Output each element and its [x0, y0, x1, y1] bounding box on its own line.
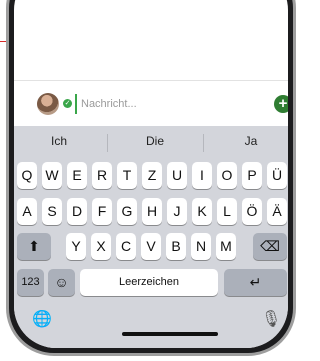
backspace-icon: ⌫	[260, 238, 280, 254]
key-q[interactable]: Q	[17, 162, 37, 189]
add-button[interactable]: +	[274, 95, 288, 113]
globe-icon[interactable]: 🌐	[32, 309, 52, 329]
key-a[interactable]: A	[17, 198, 37, 225]
space-key[interactable]: Leerzeichen	[80, 269, 218, 296]
key-u[interactable]: U	[167, 162, 187, 189]
key-d[interactable]: D	[67, 198, 87, 225]
key-e[interactable]: E	[67, 162, 87, 189]
key-z[interactable]: Z	[142, 162, 162, 189]
key-i[interactable]: I	[192, 162, 212, 189]
key-y[interactable]: Y	[66, 233, 86, 260]
shift-key[interactable]: ⬆	[17, 233, 51, 260]
phone-screen: ✓ + Ich Die Ja Q W E R T Z U I O P Ü	[14, 0, 288, 348]
key-r[interactable]: R	[92, 162, 112, 189]
key-b[interactable]: B	[166, 233, 186, 260]
key-s[interactable]: S	[42, 198, 62, 225]
key-j[interactable]: J	[167, 198, 187, 225]
key-m[interactable]: M	[216, 233, 236, 260]
key-w[interactable]: W	[42, 162, 62, 189]
suggestion-bar: Ich Die Ja	[14, 126, 288, 160]
microphone-icon[interactable]: 🎙	[261, 309, 281, 329]
key-ue[interactable]: Ü	[267, 162, 287, 189]
suggestion-divider	[203, 134, 204, 152]
key-v[interactable]: V	[141, 233, 161, 260]
return-key[interactable]: ↵	[224, 269, 287, 296]
verified-check-icon: ✓	[63, 99, 72, 108]
suggestion-3[interactable]: Ja	[206, 134, 288, 154]
avatar[interactable]	[37, 93, 59, 115]
home-indicator	[122, 332, 218, 336]
key-f[interactable]: F	[92, 198, 112, 225]
key-p[interactable]: P	[242, 162, 262, 189]
key-t[interactable]: T	[117, 162, 137, 189]
compose-bar: ✓ +	[14, 80, 288, 127]
keyboard: Ich Die Ja Q W E R T Z U I O P Ü A S D F…	[14, 126, 288, 348]
suggestion-1[interactable]: Ich	[14, 134, 104, 154]
key-g[interactable]: G	[117, 198, 137, 225]
suggestion-divider	[107, 134, 108, 152]
key-k[interactable]: K	[192, 198, 212, 225]
key-oe[interactable]: Ö	[242, 198, 262, 225]
phone-frame: ✓ + Ich Die Ja Q W E R T Z U I O P Ü	[6, 0, 296, 356]
emoji-key[interactable]: ☺	[48, 269, 75, 296]
return-icon: ↵	[249, 274, 262, 290]
emoji-icon: ☺	[54, 274, 69, 290]
numbers-key[interactable]: 123	[17, 269, 44, 296]
message-input[interactable]	[75, 94, 201, 114]
key-n[interactable]: N	[191, 233, 211, 260]
suggestion-2[interactable]: Die	[110, 134, 200, 154]
key-l[interactable]: L	[217, 198, 237, 225]
key-h[interactable]: H	[142, 198, 162, 225]
key-c[interactable]: C	[116, 233, 136, 260]
shift-icon: ⬆	[28, 238, 40, 254]
key-ae[interactable]: Ä	[267, 198, 287, 225]
key-o[interactable]: O	[217, 162, 237, 189]
backspace-key[interactable]: ⌫	[253, 233, 287, 260]
key-x[interactable]: X	[91, 233, 111, 260]
